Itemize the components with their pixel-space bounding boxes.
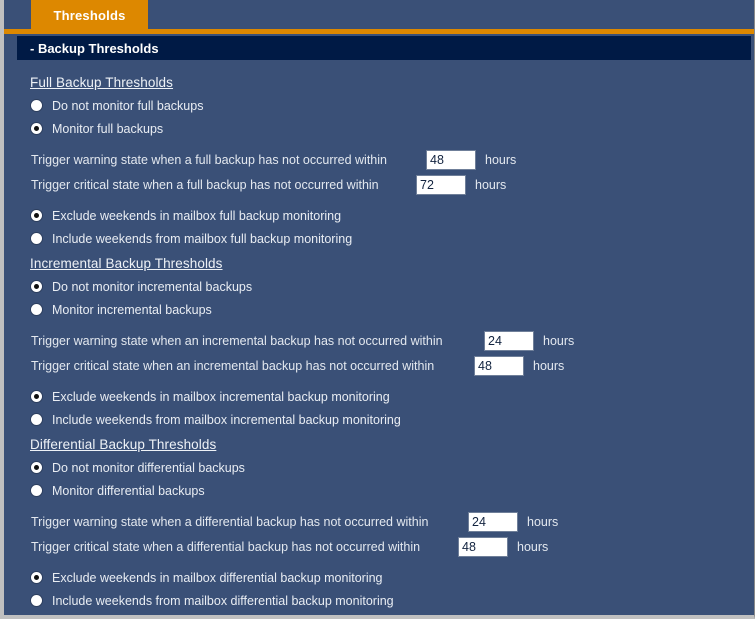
- section-heading-differential-backup-thresholds: Differential Backup Thresholds: [29, 435, 754, 456]
- radio-button-icon[interactable]: [31, 281, 42, 292]
- trigger-row-full-backup-thresholds-1: Trigger critical state when a full backu…: [31, 172, 754, 197]
- radio-monitor-incremental-backup-thresholds-1[interactable]: Monitor incremental backups: [31, 298, 754, 321]
- trigger-label: Trigger critical state when an increment…: [31, 358, 435, 373]
- trigger-row-incremental-backup-thresholds-1: Trigger critical state when an increment…: [31, 353, 754, 378]
- radio-label: Include weekends from mailbox differenti…: [52, 593, 394, 608]
- radio-weekend-incremental-backup-thresholds-0[interactable]: Exclude weekends in mailbox incremental …: [31, 385, 754, 408]
- hours-unit-label: hours: [517, 539, 549, 554]
- trigger-label: Trigger warning state when an incrementa…: [31, 333, 443, 348]
- radio-weekend-differential-backup-thresholds-1[interactable]: Include weekends from mailbox differenti…: [31, 589, 754, 612]
- radio-button-icon[interactable]: [31, 100, 42, 111]
- hours-input-differential-backup-thresholds-1[interactable]: [458, 536, 508, 557]
- section-full-backup-thresholds: Full Backup Thresholds Do not monitor ful…: [29, 73, 754, 253]
- hours-unit-label: hours: [527, 514, 559, 529]
- section-heading-label: Full Backup Thresholds: [30, 75, 174, 90]
- thresholds-body: Full Backup Thresholds Do not monitor ful…: [4, 62, 754, 615]
- hours-input-differential-backup-thresholds-0[interactable]: [468, 511, 518, 532]
- radio-button-icon[interactable]: [31, 414, 42, 425]
- radio-label: Exclude weekends in mailbox full backup …: [52, 208, 342, 223]
- hours-input-incremental-backup-thresholds-1[interactable]: [474, 355, 524, 376]
- section-heading-label: Differential Backup Thresholds: [30, 437, 217, 452]
- tab-thresholds-label: Thresholds: [53, 8, 126, 23]
- radio-weekend-differential-backup-thresholds-0[interactable]: Exclude weekends in mailbox differential…: [31, 566, 754, 589]
- radio-monitor-full-backup-thresholds-0[interactable]: Do not monitor full backups: [31, 94, 754, 117]
- radio-monitor-incremental-backup-thresholds-0[interactable]: Do not monitor incremental backups: [31, 275, 754, 298]
- tab-strip: Thresholds: [4, 0, 754, 34]
- tab-thresholds[interactable]: Thresholds: [31, 0, 148, 31]
- radio-weekend-full-backup-thresholds-0[interactable]: Exclude weekends in mailbox full backup …: [31, 204, 754, 227]
- radio-label: Exclude weekends in mailbox incremental …: [52, 389, 390, 404]
- hours-input-full-backup-thresholds-0[interactable]: [426, 149, 476, 170]
- radio-label: Include weekends from mailbox full backu…: [52, 231, 353, 246]
- radio-label: Include weekends from mailbox incrementa…: [52, 412, 401, 427]
- radio-label: Exclude weekends in mailbox differential…: [52, 570, 383, 585]
- section-incremental-backup-thresholds: Incremental Backup Thresholds Do not moni…: [29, 254, 754, 434]
- trigger-label: Trigger warning state when a full backup…: [31, 152, 387, 167]
- radio-label: Do not monitor full backups: [52, 98, 204, 113]
- backup-thresholds-header[interactable]: - Backup Thresholds: [17, 36, 751, 60]
- section-differential-backup-thresholds: Differential Backup Thresholds Do not mon…: [29, 435, 754, 612]
- radio-button-icon[interactable]: [31, 210, 42, 221]
- trigger-row-full-backup-thresholds-0: Trigger warning state when a full backup…: [31, 147, 754, 172]
- radio-label: Do not monitor incremental backups: [52, 279, 253, 294]
- section-heading-label: Incremental Backup Thresholds: [30, 256, 223, 271]
- trigger-row-incremental-backup-thresholds-0: Trigger warning state when an incrementa…: [31, 328, 754, 353]
- backup-thresholds-header-label: - Backup Thresholds: [30, 40, 159, 56]
- radio-button-icon[interactable]: [31, 304, 42, 315]
- trigger-label: Trigger critical state when a full backu…: [31, 177, 379, 192]
- radio-button-icon[interactable]: [31, 391, 42, 402]
- hours-input-full-backup-thresholds-1[interactable]: [416, 174, 466, 195]
- tab-accent-rule: [4, 29, 754, 34]
- trigger-row-differential-backup-thresholds-1: Trigger critical state when a differenti…: [31, 534, 754, 559]
- radio-label: Do not monitor differential backups: [52, 460, 245, 475]
- hours-unit-label: hours: [533, 358, 565, 373]
- hours-unit-label: hours: [475, 177, 507, 192]
- hours-input-incremental-backup-thresholds-0[interactable]: [484, 330, 534, 351]
- radio-button-icon[interactable]: [31, 572, 42, 583]
- radio-weekend-full-backup-thresholds-1[interactable]: Include weekends from mailbox full backu…: [31, 227, 754, 250]
- radio-button-icon[interactable]: [31, 485, 42, 496]
- radio-button-icon[interactable]: [31, 123, 42, 134]
- radio-monitor-differential-backup-thresholds-0[interactable]: Do not monitor differential backups: [31, 456, 754, 479]
- radio-monitor-full-backup-thresholds-1[interactable]: Monitor full backups: [31, 117, 754, 140]
- radio-label: Monitor incremental backups: [52, 302, 212, 317]
- radio-label: Monitor differential backups: [52, 483, 205, 498]
- radio-button-icon[interactable]: [31, 595, 42, 606]
- trigger-label: Trigger critical state when a differenti…: [31, 539, 421, 554]
- trigger-label: Trigger warning state when a differentia…: [31, 514, 429, 529]
- section-heading-incremental-backup-thresholds: Incremental Backup Thresholds: [29, 254, 754, 275]
- trigger-row-differential-backup-thresholds-0: Trigger warning state when a differentia…: [31, 509, 754, 534]
- hours-unit-label: hours: [543, 333, 575, 348]
- radio-label: Monitor full backups: [52, 121, 164, 136]
- hours-unit-label: hours: [485, 152, 517, 167]
- radio-button-icon[interactable]: [31, 233, 42, 244]
- radio-weekend-incremental-backup-thresholds-1[interactable]: Include weekends from mailbox incrementa…: [31, 408, 754, 431]
- thresholds-window: Thresholds - Backup Thresholds Full Back…: [0, 0, 755, 619]
- radio-monitor-differential-backup-thresholds-1[interactable]: Monitor differential backups: [31, 479, 754, 502]
- section-heading-full-backup-thresholds: Full Backup Thresholds: [29, 73, 754, 94]
- radio-button-icon[interactable]: [31, 462, 42, 473]
